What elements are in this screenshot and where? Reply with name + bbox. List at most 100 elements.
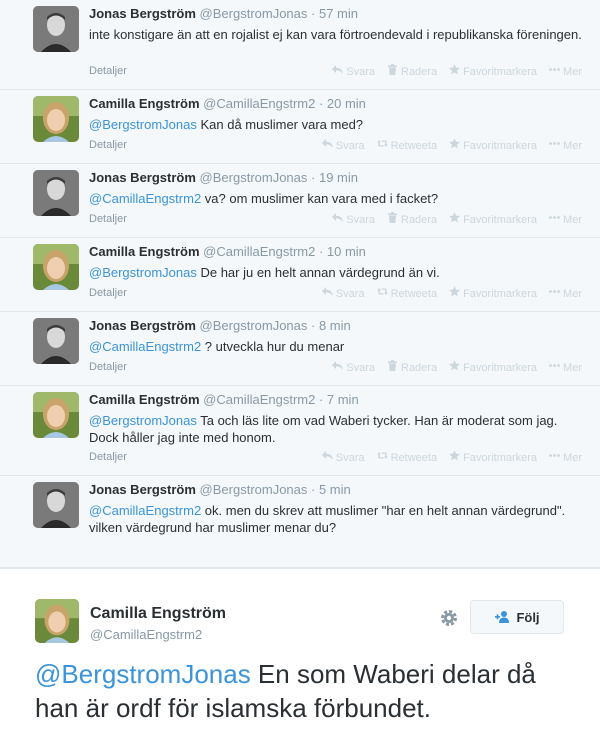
avatar[interactable]	[33, 170, 79, 216]
reply-button[interactable]: Svara	[321, 138, 365, 153]
action-label: Radera	[401, 213, 438, 226]
avatar[interactable]	[33, 6, 79, 52]
author-name[interactable]: Camilla Engström	[89, 244, 200, 259]
author-handle[interactable]: @BergstromJonas	[200, 6, 308, 21]
mention-link[interactable]: @BergstromJonas	[35, 659, 251, 689]
tweet-item[interactable]: Jonas Bergström @BergstromJonas · 57 min…	[0, 0, 600, 90]
more-button[interactable]: Mer	[549, 138, 582, 153]
star-icon	[449, 360, 461, 375]
tweet-item[interactable]: Jonas Bergström @BergstromJonas · 19 min…	[0, 164, 600, 238]
author-handle[interactable]: @CamillaEngstrm2	[203, 392, 315, 407]
reply-button[interactable]: Svara	[321, 450, 365, 465]
retweet-button[interactable]: Retweeta	[376, 286, 437, 301]
reply-button[interactable]: Svara	[332, 360, 375, 375]
favorite-button[interactable]: Favoritmarkera	[449, 64, 537, 79]
author-name[interactable]: Camilla Engström	[89, 392, 200, 407]
mention-link[interactable]: @CamillaEngstrm2	[89, 503, 201, 518]
details-link[interactable]: Detaljer	[89, 360, 127, 374]
avatar[interactable]	[35, 599, 79, 643]
delete-button[interactable]: Radera	[387, 360, 437, 375]
details-link[interactable]: Detaljer	[89, 450, 127, 464]
author-handle[interactable]: @BergstromJonas	[200, 482, 308, 497]
retweet-button[interactable]: Retweeta	[376, 138, 437, 153]
mention-link[interactable]: @CamillaEngstrm2	[89, 339, 201, 354]
favorite-button[interactable]: Favoritmarkera	[449, 286, 537, 301]
retweet-icon	[376, 286, 388, 301]
author-handle[interactable]: @BergstromJonas	[200, 170, 308, 185]
reply-label: Svara	[346, 213, 375, 226]
tweet-item[interactable]: Camilla Engström @CamillaEngstrm2 · 10 m…	[0, 238, 600, 312]
timestamp[interactable]: 19 min	[319, 170, 358, 185]
mention-link[interactable]: @BergstromJonas	[89, 413, 197, 428]
tweet-body: inte konstigare än att en rojalist ej ka…	[89, 27, 582, 42]
author-name[interactable]: Jonas Bergström	[89, 482, 196, 497]
mention-link[interactable]: @BergstromJonas	[89, 117, 197, 132]
timestamp[interactable]: 20 min	[327, 96, 366, 111]
tweet-header: Camilla Engström @CamillaEngstrm2 · 10 m…	[89, 244, 586, 260]
mention-link[interactable]: @CamillaEngstrm2	[89, 191, 201, 206]
follow-button[interactable]: Följ	[470, 600, 564, 634]
author-handle[interactable]: @CamillaEngstrm2	[203, 244, 315, 259]
more-button[interactable]: Mer	[549, 360, 582, 375]
mention-link[interactable]: @BergstromJonas	[89, 265, 197, 280]
details-link[interactable]: Detaljer	[89, 212, 127, 226]
more-label: Mer	[563, 361, 582, 374]
details-link[interactable]: Detaljer	[89, 286, 127, 300]
avatar[interactable]	[33, 96, 79, 142]
main-tweet-author-handle[interactable]: @CamillaEngstrm2	[90, 627, 202, 642]
author-name[interactable]: Camilla Engström	[89, 96, 200, 111]
tweet-text: @BergstromJonas Ta och läs lite om vad W…	[89, 412, 586, 446]
author-name[interactable]: Jonas Bergström	[89, 170, 196, 185]
favorite-button[interactable]: Favoritmarkera	[449, 212, 537, 227]
avatar[interactable]	[33, 482, 79, 528]
more-label: Mer	[563, 139, 582, 152]
more-button[interactable]: Mer	[549, 212, 582, 227]
reply-button[interactable]: Svara	[332, 212, 375, 227]
favorite-label: Favoritmarkera	[463, 213, 538, 226]
more-button[interactable]: Mer	[549, 286, 582, 301]
tweet-footer: Detaljer Svara Radera Favoritmarkera Mer	[89, 360, 582, 374]
timestamp[interactable]: 5 min	[319, 482, 351, 497]
details-link[interactable]: Detaljer	[89, 64, 127, 78]
avatar[interactable]	[33, 318, 79, 364]
author-handle[interactable]: @BergstromJonas	[200, 318, 308, 333]
reply-button[interactable]: Svara	[332, 64, 375, 79]
tweet-text: inte konstigare än att en rojalist ej ka…	[89, 26, 586, 43]
tweet-item[interactable]: Jonas Bergström @BergstromJonas · 8 min …	[0, 312, 600, 386]
main-tweet-author-name[interactable]: Camilla Engström	[90, 605, 226, 623]
favorite-button[interactable]: Favoritmarkera	[449, 360, 537, 375]
tweet-item[interactable]: Camilla Engström @CamillaEngstrm2 · 7 mi…	[0, 386, 600, 476]
more-button[interactable]: Mer	[549, 64, 582, 79]
timestamp[interactable]: 10 min	[327, 244, 366, 259]
more-button[interactable]: Mer	[549, 450, 582, 465]
timestamp[interactable]: 7 min	[327, 392, 359, 407]
details-link[interactable]: Detaljer	[89, 138, 127, 152]
author-handle[interactable]: @CamillaEngstrm2	[203, 96, 315, 111]
more-dots-icon	[549, 138, 560, 153]
reply-button[interactable]: Svara	[321, 286, 365, 301]
author-name[interactable]: Jonas Bergström	[89, 318, 196, 333]
favorite-button[interactable]: Favoritmarkera	[449, 138, 537, 153]
tweet-content: Camilla Engström @CamillaEngstrm2 · 7 mi…	[89, 392, 586, 446]
delete-button[interactable]: Radera	[387, 212, 437, 227]
favorite-button[interactable]: Favoritmarkera	[449, 450, 537, 465]
avatar-man-icon	[33, 170, 79, 216]
more-dots-icon	[549, 286, 560, 301]
tweet-item[interactable]: Jonas Bergström @BergstromJonas · 5 min …	[0, 476, 600, 568]
gear-icon[interactable]	[438, 607, 460, 629]
tweet-item[interactable]: Camilla Engström @CamillaEngstrm2 · 20 m…	[0, 90, 600, 164]
delete-button[interactable]: Radera	[387, 64, 437, 79]
avatar-man-icon	[33, 6, 79, 52]
trash-icon	[387, 64, 398, 79]
time-separator: ·	[307, 482, 319, 497]
tweet-content: Camilla Engström @CamillaEngstrm2 · 20 m…	[89, 96, 586, 133]
timestamp[interactable]: 57 min	[319, 6, 358, 21]
retweet-button[interactable]: Retweeta	[376, 450, 437, 465]
add-person-icon	[495, 611, 510, 623]
reply-label: Svara	[346, 361, 375, 374]
author-name[interactable]: Jonas Bergström	[89, 6, 196, 21]
timestamp[interactable]: 8 min	[319, 318, 351, 333]
avatar[interactable]	[33, 244, 79, 290]
tweet-content: Jonas Bergström @BergstromJonas · 8 min …	[89, 318, 586, 355]
avatar[interactable]	[33, 392, 79, 438]
